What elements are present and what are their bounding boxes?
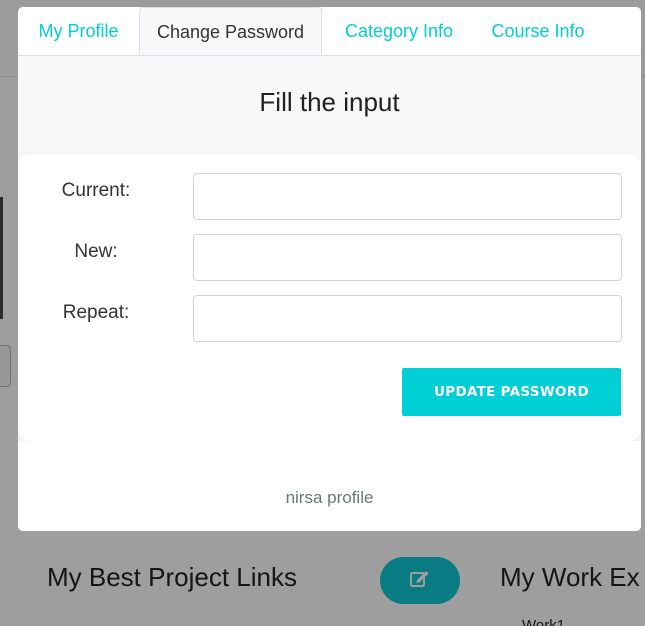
current-password-label: Current: <box>61 180 131 201</box>
form-title: Fill the input <box>259 87 400 117</box>
repeat-password-label: Repeat: <box>62 302 130 323</box>
repeat-password-input[interactable] <box>193 295 622 342</box>
current-password-input[interactable] <box>193 173 622 220</box>
tab-my-profile[interactable]: My Profile <box>18 7 139 55</box>
new-password-input[interactable] <box>193 234 622 281</box>
change-password-card: Current: New: Repeat: UPDATE PASSWORD <box>18 154 641 441</box>
update-password-button[interactable]: UPDATE PASSWORD <box>402 368 621 416</box>
tab-bar: My Profile Change Password Category Info… <box>18 7 641 56</box>
tab-change-password[interactable]: Change Password <box>139 7 322 55</box>
profile-modal: My Profile Change Password Category Info… <box>18 7 641 531</box>
tab-category-info[interactable]: Category Info <box>328 7 470 55</box>
modal-footer <box>18 441 641 531</box>
footer-text: nirsa profile <box>285 488 374 507</box>
tab-course-info[interactable]: Course Info <box>476 7 600 55</box>
new-password-label: New: <box>74 241 118 262</box>
